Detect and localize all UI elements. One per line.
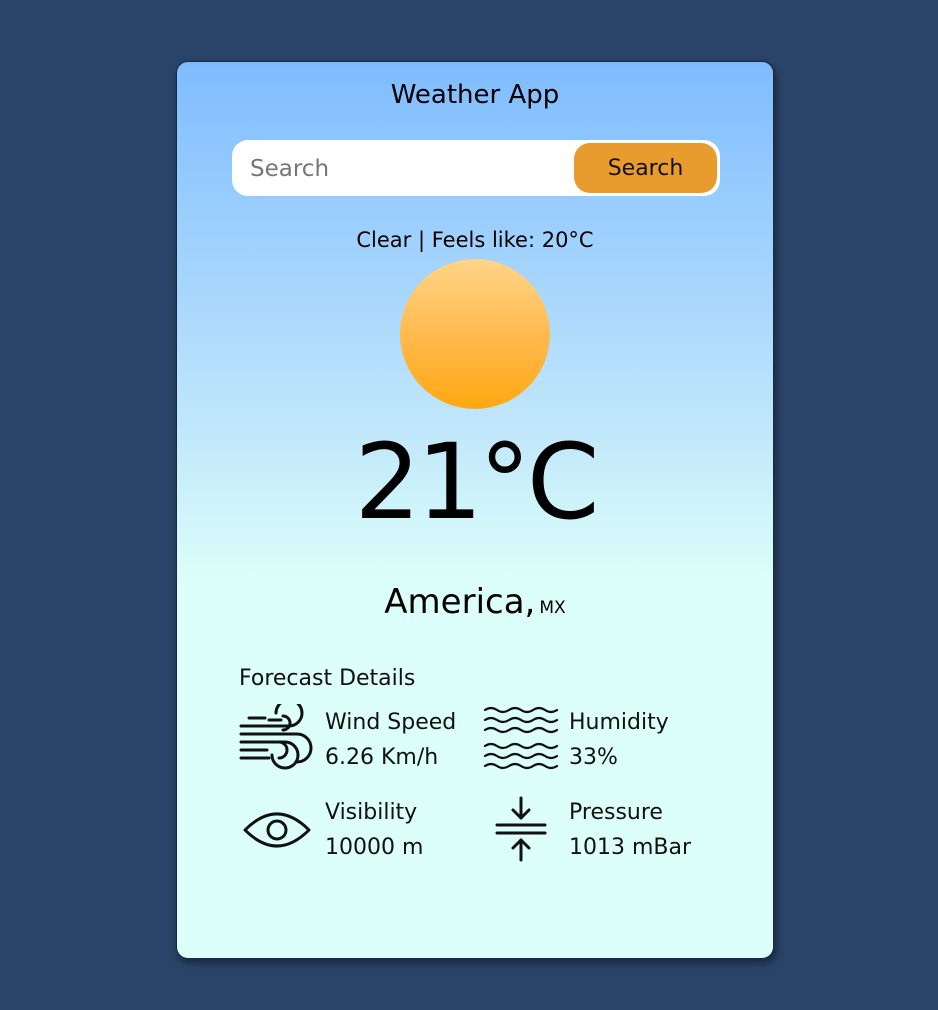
forecast-item-wind-speed: Wind Speed 6.26 Km/h	[239, 704, 469, 784]
temperature: 21°C	[354, 421, 600, 543]
forecast-item-humidity: Humidity 33%	[483, 704, 713, 784]
wind-speed-label: Wind Speed	[325, 710, 457, 735]
country-code: MX	[539, 598, 566, 618]
search-bar: Search	[232, 140, 720, 196]
forecast-item-pressure: Pressure 1013 mBar	[483, 794, 713, 874]
eye-icon	[243, 812, 311, 848]
search-button[interactable]: Search	[574, 143, 717, 193]
pressure-arrows-icon	[495, 796, 547, 862]
humidity-label: Humidity	[569, 710, 669, 735]
app-title: Weather App	[390, 80, 560, 110]
sun-icon	[400, 259, 550, 409]
pressure-value: 1013 mBar	[569, 835, 692, 860]
forecast-details-title: Forecast Details	[239, 666, 416, 691]
forecast-item-visibility: Visibility 10000 m	[239, 794, 469, 874]
weather-card: Weather App Search Clear | Feels like: 2…	[176, 61, 774, 959]
humidity-value: 33%	[569, 745, 618, 770]
condition-feels-like: Clear | Feels like: 20°C	[356, 228, 594, 252]
visibility-value: 10000 m	[325, 835, 424, 860]
waves-icon	[483, 706, 559, 770]
city-name: America,	[384, 582, 536, 622]
search-input[interactable]	[248, 148, 552, 190]
location: America, MX	[177, 582, 773, 622]
visibility-label: Visibility	[325, 800, 418, 825]
wind-icon	[239, 704, 313, 770]
pressure-label: Pressure	[569, 800, 663, 825]
wind-speed-value: 6.26 Km/h	[325, 745, 439, 770]
